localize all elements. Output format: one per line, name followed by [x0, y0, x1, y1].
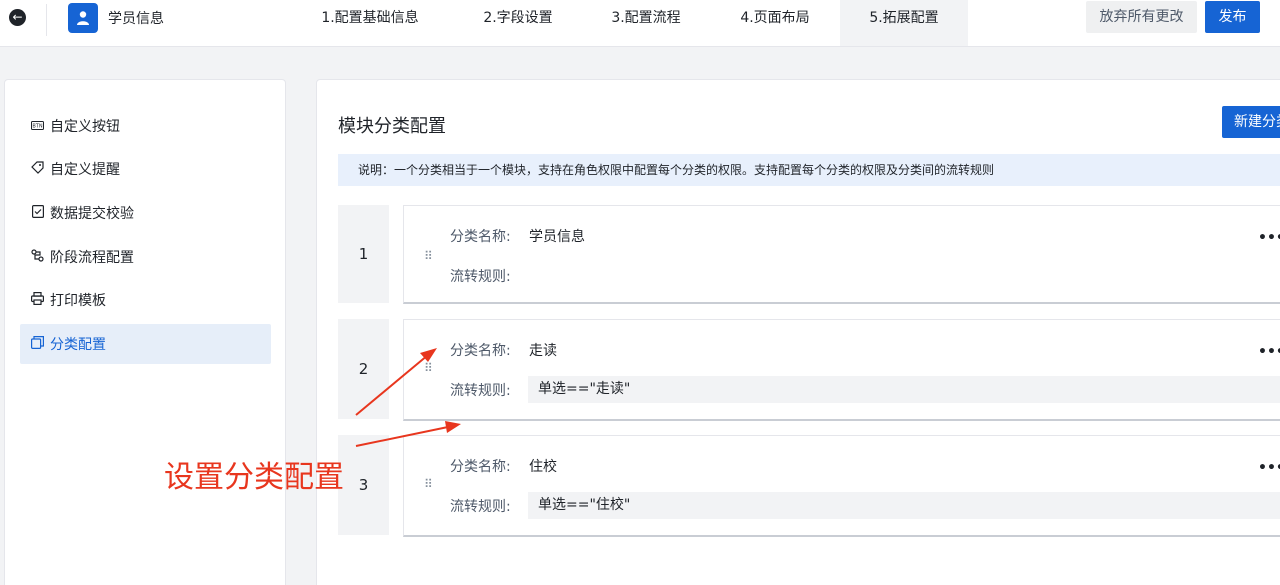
- copy-icon: [30, 336, 45, 352]
- sidebar-item-label: 分类配置: [50, 337, 106, 353]
- category-index: 1: [338, 205, 389, 303]
- notice-banner: 说明：一个分类相当于一个模块，支持在角色权限中配置每个分类的权限。支持配置每个分…: [338, 154, 1280, 186]
- sidebar-item-label: 自定义提醒: [50, 162, 120, 178]
- flow-rule-label: 流转规则:: [450, 499, 511, 515]
- drag-handle-icon[interactable]: ⠿: [424, 361, 433, 375]
- more-options-icon[interactable]: •••: [1258, 344, 1280, 360]
- category-name-label: 分类名称:: [450, 229, 511, 245]
- sidebar-item-label: 数据提交校验: [50, 206, 134, 222]
- page-title: 模块分类配置: [338, 116, 446, 137]
- drag-handle-icon[interactable]: ⠿: [424, 249, 433, 263]
- button-icon: BTN: [30, 119, 45, 133]
- app-title: 学员信息: [108, 11, 164, 27]
- top-bar: ← 学员信息 1.配置基础信息 2.字段设置 3.配置流程 4.页面布局 5.拓…: [0, 0, 1280, 47]
- app-user-icon: [68, 3, 98, 33]
- flow-rule-value[interactable]: 单选=="住校": [528, 492, 1280, 519]
- more-options-icon[interactable]: •••: [1258, 230, 1280, 246]
- category-index: 3: [338, 435, 389, 535]
- sidebar-item-print-template[interactable]: 打印模板: [20, 280, 271, 320]
- sidebar-item-data-validation[interactable]: 数据提交校验: [20, 193, 271, 233]
- sidebar-item-category-config[interactable]: 分类配置: [20, 324, 271, 364]
- category-card[interactable]: ⠿ 分类名称: 走读 流转规则: 单选=="走读" •••: [403, 319, 1280, 421]
- sidebar-item-label: 阶段流程配置: [50, 250, 134, 266]
- sidebar-item-custom-reminder[interactable]: 自定义提醒: [20, 149, 271, 189]
- flow-rule-label: 流转规则:: [450, 269, 511, 285]
- category-name-value: 住校: [529, 459, 557, 475]
- category-index: 2: [338, 319, 389, 419]
- tab-extension-config[interactable]: 5.拓展配置: [840, 0, 968, 46]
- drag-handle-icon[interactable]: ⠿: [424, 477, 433, 491]
- tab-field-settings[interactable]: 2.字段设置: [463, 0, 573, 46]
- annotation-text: 设置分类配置: [164, 460, 344, 495]
- category-name-value: 走读: [529, 343, 557, 359]
- main-panel: 模块分类配置 新建分类 说明：一个分类相当于一个模块，支持在角色权限中配置每个分…: [316, 79, 1280, 585]
- back-arrow-icon[interactable]: ←: [9, 9, 26, 26]
- tab-flow-config[interactable]: 3.配置流程: [591, 0, 701, 46]
- new-category-button[interactable]: 新建分类: [1222, 106, 1280, 138]
- category-name-label: 分类名称:: [450, 343, 511, 359]
- sidebar-item-stage-flow[interactable]: 阶段流程配置: [20, 237, 271, 277]
- divider: [46, 4, 47, 36]
- check-document-icon: [30, 205, 45, 221]
- sidebar-item-label: 自定义按钮: [50, 119, 120, 135]
- sidebar-item-label: 打印模板: [50, 293, 106, 309]
- flow-rule-value[interactable]: 单选=="走读": [528, 376, 1280, 403]
- tag-icon: [30, 161, 45, 177]
- category-card[interactable]: ⠿ 分类名称: 住校 流转规则: 单选=="住校" •••: [403, 435, 1280, 537]
- discard-changes-button[interactable]: 放弃所有更改: [1086, 1, 1197, 33]
- printer-icon: [30, 292, 45, 308]
- category-card[interactable]: ⠿ 分类名称: 学员信息 流转规则: •••: [403, 205, 1280, 304]
- flow-rule-label: 流转规则:: [450, 383, 511, 399]
- more-options-icon[interactable]: •••: [1258, 460, 1280, 476]
- tab-basic-info[interactable]: 1.配置基础信息: [300, 0, 440, 46]
- sidebar: BTN 自定义按钮 自定义提醒 数据提交校验 阶段流程配置 打印模板 分类配置: [4, 79, 286, 585]
- publish-button[interactable]: 发布: [1205, 1, 1260, 33]
- flow-icon: [30, 249, 45, 265]
- tab-page-layout[interactable]: 4.页面布局: [720, 0, 830, 46]
- category-name-label: 分类名称:: [450, 459, 511, 475]
- sidebar-item-custom-button[interactable]: BTN 自定义按钮: [20, 106, 271, 146]
- svg-text:BTN: BTN: [32, 124, 42, 130]
- category-name-value: 学员信息: [529, 229, 585, 245]
